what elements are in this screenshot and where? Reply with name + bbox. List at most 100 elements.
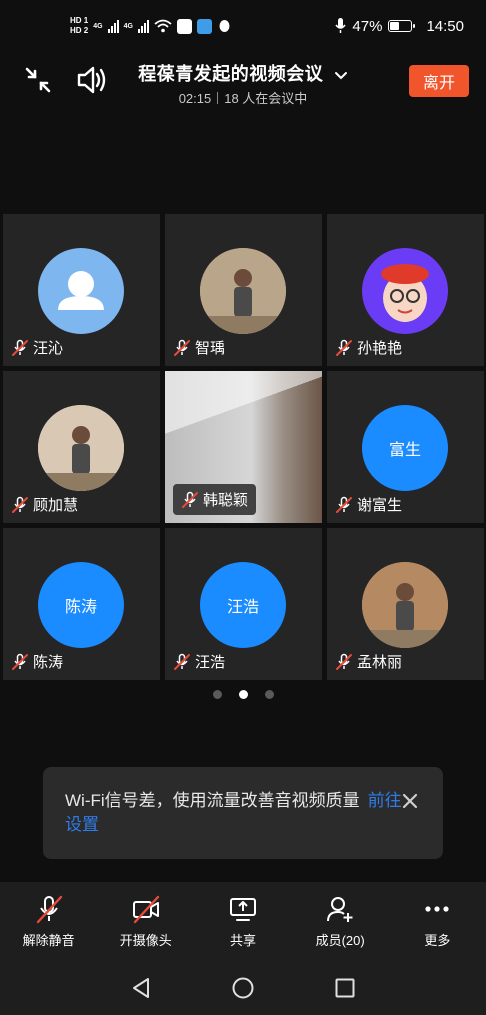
back-icon[interactable] — [129, 976, 153, 1000]
clock: 14:50 — [426, 17, 464, 35]
mic-muted-icon — [12, 653, 28, 670]
toast-message: Wi-Fi信号差，使用流量改善音视频质量 — [65, 791, 360, 810]
mic-muted-icon — [336, 496, 352, 513]
page-dot[interactable] — [264, 690, 274, 699]
participant-grid: 汪沁 智瑀 孙艳艳 顾加慧 韩聪颖 富生 谢富生 陈涛 陈涛 汪浩 汪浩 孟林丽 — [3, 214, 484, 680]
unmute-label: 解除静音 — [22, 933, 75, 948]
mic-muted-icon — [12, 339, 28, 356]
mic-muted-icon — [36, 895, 62, 924]
unmute-button[interactable]: 解除静音 — [4, 894, 94, 949]
wifi-icon — [154, 19, 172, 33]
battery-percent: 47% — [352, 17, 383, 35]
mic-muted-icon — [182, 491, 198, 508]
participant-tile[interactable]: 汪沁 — [3, 214, 160, 366]
app-notification-icon — [196, 18, 212, 34]
mic-muted-icon — [12, 496, 28, 513]
share-label: 共享 — [229, 933, 256, 948]
page-dot[interactable] — [212, 690, 222, 699]
signal-icon — [107, 19, 119, 33]
signal-icon — [137, 19, 149, 33]
close-icon[interactable] — [401, 792, 419, 810]
meeting-toolbar: 解除静音 开摄像头 共享 成员(20) 更多 — [0, 882, 486, 960]
participant-name-tag: 智瑀 — [173, 337, 225, 358]
participant-tile[interactable]: 韩聪颖 — [165, 371, 322, 523]
microphone-icon — [335, 18, 347, 33]
status-bar-right: 47% 14:50 — [335, 18, 464, 35]
participant-name-tag: 汪浩 — [173, 651, 225, 672]
avatar — [200, 248, 286, 334]
avatar — [38, 405, 124, 491]
home-icon[interactable] — [231, 976, 255, 1000]
leave-button[interactable]: 离开 — [409, 65, 469, 97]
participant-name: 汪沁 — [33, 340, 64, 357]
participant-tile[interactable]: 智瑀 — [165, 214, 322, 366]
meeting-header: 程葆青发起的视频会议 02:15 18 人在会议中 离开 — [0, 52, 486, 118]
participant-name-tag: 孟林丽 — [335, 651, 402, 672]
avatar: 陈涛 — [38, 562, 124, 648]
page-indicator[interactable] — [0, 690, 486, 699]
meeting-duration: 02:15 — [178, 91, 212, 106]
share-button[interactable]: 共享 — [198, 894, 288, 949]
chevron-down-icon[interactable] — [334, 71, 348, 81]
participant-name: 智瑀 — [195, 340, 226, 357]
participant-name: 汪浩 — [195, 654, 226, 671]
more-label: 更多 — [424, 933, 451, 948]
mic-muted-icon — [174, 339, 190, 356]
participant-tile[interactable]: 顾加慧 — [3, 371, 160, 523]
app-notification-icon — [176, 18, 192, 34]
avatar-initials: 富生 — [388, 442, 421, 459]
qq-icon — [219, 19, 230, 32]
mic-muted-icon — [336, 653, 352, 670]
status-bar-left: HD 1 HD 2 4G 4G — [70, 16, 232, 36]
participant-count: 18 人在会议中 — [224, 91, 308, 106]
participant-tile[interactable]: 汪浩 汪浩 — [165, 528, 322, 680]
members-label: 成员(20) — [315, 933, 365, 948]
recent-apps-icon[interactable] — [333, 976, 357, 1000]
participant-name: 韩聪颖 — [203, 492, 249, 509]
avatar — [362, 562, 448, 648]
add-member-icon — [327, 897, 353, 922]
system-nav-bar — [0, 960, 486, 1015]
participant-tile[interactable]: 孟林丽 — [327, 528, 484, 680]
hd2-label: HD 2 — [70, 26, 89, 35]
participant-name: 孙艳艳 — [357, 340, 403, 357]
participant-name: 孟林丽 — [357, 654, 403, 671]
participant-name-tag: 陈涛 — [11, 651, 63, 672]
status-bar: HD 1 HD 2 4G 4G 47% 14:50 — [0, 0, 486, 52]
network-toast: Wi-Fi信号差，使用流量改善音视频质量 前往设置 — [43, 767, 443, 859]
avatar-initials: 汪浩 — [226, 599, 259, 616]
participant-name-tag: 汪沁 — [11, 337, 63, 358]
participant-name-tag: 谢富生 — [335, 494, 402, 515]
avatar — [38, 248, 124, 334]
battery-icon — [388, 20, 416, 32]
net2-label: 4G — [123, 22, 133, 30]
participant-tile[interactable]: 孙艳艳 — [327, 214, 484, 366]
camera-off-icon — [132, 895, 159, 924]
net1-label: 4G — [93, 22, 103, 30]
mic-muted-icon — [336, 339, 352, 356]
more-button[interactable]: 更多 — [392, 894, 482, 949]
participant-name: 顾加慧 — [33, 497, 79, 514]
hd1-label: HD 1 — [70, 16, 89, 25]
avatar-initials: 陈涛 — [64, 599, 97, 616]
participant-name-tag: 顾加慧 — [11, 494, 78, 515]
camera-button[interactable]: 开摄像头 — [101, 894, 191, 949]
participant-tile[interactable]: 富生谢富生 — [327, 371, 484, 523]
meeting-title[interactable]: 程葆青发起的视频会议 — [138, 64, 323, 84]
avatar: 富生 — [362, 405, 448, 491]
battery-fill — [390, 22, 400, 30]
page-dot[interactable] — [238, 690, 248, 699]
participant-name: 陈涛 — [33, 654, 64, 671]
camera-label: 开摄像头 — [119, 933, 172, 948]
divider — [217, 92, 219, 104]
avatar — [362, 248, 448, 334]
mic-muted-icon — [174, 653, 190, 670]
hd-indicator: HD 1 HD 2 — [70, 16, 88, 36]
members-button[interactable]: 成员(20) — [295, 894, 385, 949]
participant-name: 谢富生 — [357, 497, 403, 514]
share-screen-icon — [229, 898, 256, 921]
avatar: 汪浩 — [200, 562, 286, 648]
more-dots-icon — [425, 906, 449, 912]
participant-tile[interactable]: 陈涛 陈涛 — [3, 528, 160, 680]
participant-name-tag: 韩聪颖 — [173, 484, 257, 515]
